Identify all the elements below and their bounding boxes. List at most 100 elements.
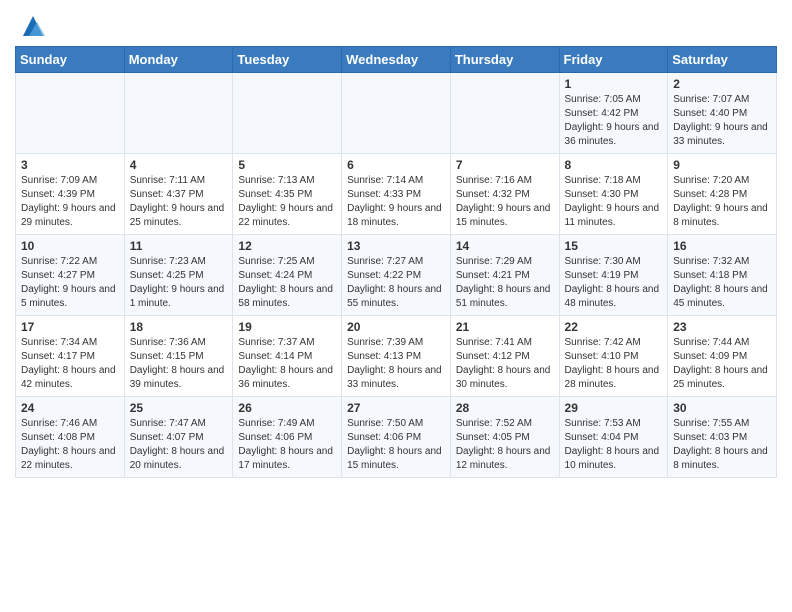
calendar-cell: 23Sunrise: 7:44 AM Sunset: 4:09 PM Dayli… [668, 316, 777, 397]
day-number: 13 [347, 239, 445, 253]
day-number: 24 [21, 401, 119, 415]
day-number: 5 [238, 158, 336, 172]
calendar-cell [342, 73, 451, 154]
day-info: Sunrise: 7:14 AM Sunset: 4:33 PM Dayligh… [347, 174, 445, 230]
calendar-cell: 11 Sunrise: 7:23 AM Sunset: 4:25 PM Dayli… [124, 235, 233, 316]
day-number: 15 [565, 239, 663, 253]
day-info: Sunrise: 7:37 AM Sunset: 4:14 PM Dayligh… [238, 336, 336, 392]
day-number: 4 [130, 158, 228, 172]
calendar-cell: 6 Sunrise: 7:14 AM Sunset: 4:33 PM Daylig… [342, 154, 451, 235]
day-number: 6 [347, 158, 445, 172]
day-info: Sunrise: 7:53 AM Sunset: 4:04 PM Dayligh… [565, 417, 663, 473]
day-info: Sunrise: 7:36 AM Sunset: 4:15 PM Dayligh… [130, 336, 228, 392]
calendar-cell: 4 Sunrise: 7:11 AM Sunset: 4:37 PM Daylig… [124, 154, 233, 235]
day-info: Sunrise: 7:13 AM Sunset: 4:35 PM Dayligh… [238, 174, 336, 230]
day-info: Sunrise: 7:39 AM Sunset: 4:13 PM Dayligh… [347, 336, 445, 392]
day-info: Sunrise: 7:16 AM Sunset: 4:32 PM Dayligh… [456, 174, 554, 230]
calendar-cell: 25 Sunrise: 7:47 AM Sunset: 4:07 PM Dayli… [124, 397, 233, 478]
header-day-friday: Friday [559, 47, 668, 73]
day-number: 17 [21, 320, 119, 334]
day-number: 25 [130, 401, 228, 415]
day-number: 20 [347, 320, 445, 334]
calendar-cell: 16 Sunrise: 7:32 AM Sunset: 4:18 PM Dayli… [668, 235, 777, 316]
day-info: Sunrise: 7:34 AM Sunset: 4:17 PM Dayligh… [21, 336, 119, 392]
header-day-monday: Monday [124, 47, 233, 73]
header-day-sunday: Sunday [16, 47, 125, 73]
day-info: Sunrise: 7:52 AM Sunset: 4:05 PM Dayligh… [456, 417, 554, 473]
day-number: 10 [21, 239, 119, 253]
day-info: Sunrise: 7:20 AM Sunset: 4:28 PM Dayligh… [673, 174, 771, 230]
day-info: Sunrise: 7:22 AM Sunset: 4:27 PM Dayligh… [21, 255, 119, 311]
day-number: 23 [673, 320, 771, 334]
calendar-cell: 3 Sunrise: 7:09 AM Sunset: 4:39 PM Daylig… [16, 154, 125, 235]
calendar-cell: 20 Sunrise: 7:39 AM Sunset: 4:13 PM Dayli… [342, 316, 451, 397]
day-number: 22 [565, 320, 663, 334]
day-info: Sunrise: 7:18 AM Sunset: 4:30 PM Dayligh… [565, 174, 663, 230]
calendar-cell [450, 73, 559, 154]
calendar-cell: 1 Sunrise: 7:05 AM Sunset: 4:42 PM Daylig… [559, 73, 668, 154]
calendar-cell: 9 Sunrise: 7:20 AM Sunset: 4:28 PM Daylig… [668, 154, 777, 235]
header-day-thursday: Thursday [450, 47, 559, 73]
day-info: Sunrise: 7:32 AM Sunset: 4:18 PM Dayligh… [673, 255, 771, 311]
calendar-cell: 29 Sunrise: 7:53 AM Sunset: 4:04 PM Dayli… [559, 397, 668, 478]
day-number: 3 [21, 158, 119, 172]
week-row-3: 17 Sunrise: 7:34 AM Sunset: 4:17 PM Dayli… [16, 316, 777, 397]
header-day-wednesday: Wednesday [342, 47, 451, 73]
day-info: Sunrise: 7:41 AM Sunset: 4:12 PM Dayligh… [456, 336, 554, 392]
day-number: 29 [565, 401, 663, 415]
calendar-cell: 15 Sunrise: 7:30 AM Sunset: 4:19 PM Dayli… [559, 235, 668, 316]
calendar-body: 1 Sunrise: 7:05 AM Sunset: 4:42 PM Daylig… [16, 73, 777, 478]
calendar-cell [233, 73, 342, 154]
day-info: Sunrise: 7:46 AM Sunset: 4:08 PM Dayligh… [21, 417, 119, 473]
day-number: 9 [673, 158, 771, 172]
day-number: 18 [130, 320, 228, 334]
calendar-cell: 24 Sunrise: 7:46 AM Sunset: 4:08 PM Dayli… [16, 397, 125, 478]
header-day-saturday: Saturday [668, 47, 777, 73]
day-number: 7 [456, 158, 554, 172]
calendar-cell: 14 Sunrise: 7:29 AM Sunset: 4:21 PM Dayli… [450, 235, 559, 316]
header-row: SundayMondayTuesdayWednesdayThursdayFrid… [16, 47, 777, 73]
day-info: Sunrise: 7:05 AM Sunset: 4:42 PM Dayligh… [565, 93, 663, 149]
day-info: Sunrise: 7:11 AM Sunset: 4:37 PM Dayligh… [130, 174, 228, 230]
day-info: Sunrise: 7:29 AM Sunset: 4:21 PM Dayligh… [456, 255, 554, 311]
day-number: 27 [347, 401, 445, 415]
day-info: Sunrise: 7:23 AM Sunset: 4:25 PM Dayligh… [130, 255, 228, 311]
day-number: 16 [673, 239, 771, 253]
day-number: 2 [673, 77, 771, 91]
header [15, 10, 777, 40]
day-number: 12 [238, 239, 336, 253]
calendar-cell: 2 Sunrise: 7:07 AM Sunset: 4:40 PM Daylig… [668, 73, 777, 154]
day-info: Sunrise: 7:49 AM Sunset: 4:06 PM Dayligh… [238, 417, 336, 473]
day-number: 1 [565, 77, 663, 91]
day-info: Sunrise: 7:55 AM Sunset: 4:03 PM Dayligh… [673, 417, 771, 473]
week-row-4: 24 Sunrise: 7:46 AM Sunset: 4:08 PM Dayli… [16, 397, 777, 478]
day-number: 19 [238, 320, 336, 334]
day-info: Sunrise: 7:27 AM Sunset: 4:22 PM Dayligh… [347, 255, 445, 311]
calendar-cell: 13 Sunrise: 7:27 AM Sunset: 4:22 PM Dayli… [342, 235, 451, 316]
day-info: Sunrise: 7:47 AM Sunset: 4:07 PM Dayligh… [130, 417, 228, 473]
calendar-cell: 21 Sunrise: 7:41 AM Sunset: 4:12 PM Dayli… [450, 316, 559, 397]
calendar-cell: 27Sunrise: 7:50 AM Sunset: 4:06 PM Dayli… [342, 397, 451, 478]
day-number: 14 [456, 239, 554, 253]
calendar-header: SundayMondayTuesdayWednesdayThursdayFrid… [16, 47, 777, 73]
calendar-cell: 7 Sunrise: 7:16 AM Sunset: 4:32 PM Daylig… [450, 154, 559, 235]
week-row-0: 1 Sunrise: 7:05 AM Sunset: 4:42 PM Daylig… [16, 73, 777, 154]
day-info: Sunrise: 7:09 AM Sunset: 4:39 PM Dayligh… [21, 174, 119, 230]
day-number: 21 [456, 320, 554, 334]
day-number: 26 [238, 401, 336, 415]
calendar-table: SundayMondayTuesdayWednesdayThursdayFrid… [15, 46, 777, 478]
calendar-cell [16, 73, 125, 154]
calendar-cell: 18 Sunrise: 7:36 AM Sunset: 4:15 PM Dayli… [124, 316, 233, 397]
day-number: 11 [130, 239, 228, 253]
day-info: Sunrise: 7:30 AM Sunset: 4:19 PM Dayligh… [565, 255, 663, 311]
day-info: Sunrise: 7:25 AM Sunset: 4:24 PM Dayligh… [238, 255, 336, 311]
calendar-cell: 19 Sunrise: 7:37 AM Sunset: 4:14 PM Dayli… [233, 316, 342, 397]
day-number: 30 [673, 401, 771, 415]
calendar-cell: 12 Sunrise: 7:25 AM Sunset: 4:24 PM Dayli… [233, 235, 342, 316]
calendar-cell: 26 Sunrise: 7:49 AM Sunset: 4:06 PM Dayli… [233, 397, 342, 478]
day-info: Sunrise: 7:42 AM Sunset: 4:10 PM Dayligh… [565, 336, 663, 392]
day-number: 28 [456, 401, 554, 415]
week-row-1: 3 Sunrise: 7:09 AM Sunset: 4:39 PM Daylig… [16, 154, 777, 235]
calendar-cell: 5 Sunrise: 7:13 AM Sunset: 4:35 PM Daylig… [233, 154, 342, 235]
day-info: Sunrise: 7:07 AM Sunset: 4:40 PM Dayligh… [673, 93, 771, 149]
